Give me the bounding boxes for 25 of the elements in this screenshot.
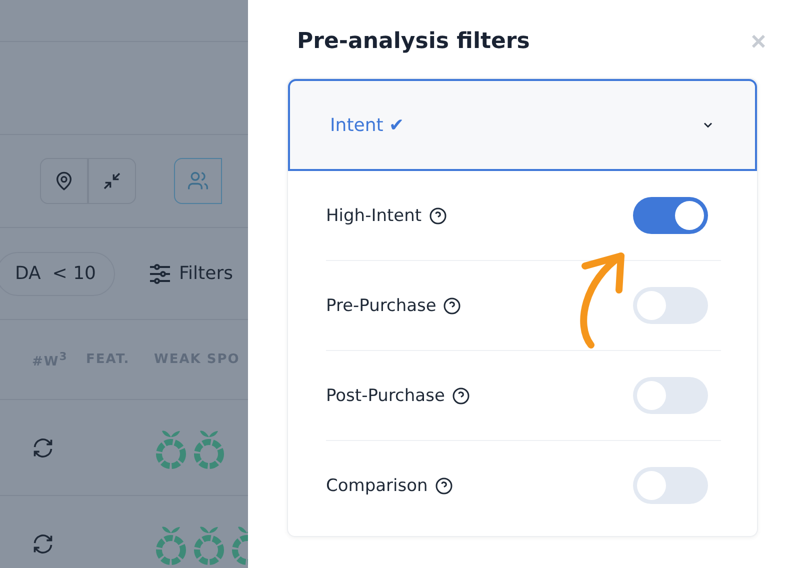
collapse-icon: [102, 171, 122, 191]
users-icon: [187, 170, 209, 192]
help-icon: [443, 296, 462, 314]
refresh-icon: [32, 436, 54, 458]
toggle-switch[interactable]: [633, 287, 708, 324]
view-button[interactable]: [174, 158, 222, 204]
option-label: Post-Purchase: [326, 386, 445, 406]
option-label: High-Intent: [326, 206, 422, 226]
option-label: Comparison: [326, 476, 428, 496]
toggle-switch[interactable]: [633, 197, 708, 234]
toggle-switch[interactable]: [633, 377, 708, 414]
section-header[interactable]: Intent ✔: [288, 79, 757, 171]
map-pin-icon: [54, 170, 74, 192]
toggle-switch[interactable]: [633, 467, 708, 504]
help-icon: [434, 476, 453, 494]
help-icon: [428, 206, 447, 224]
filters-button[interactable]: Filters: [149, 263, 233, 284]
help-icon: [452, 386, 470, 404]
option-label: Pre-Purchase: [326, 296, 436, 316]
panel-title: Pre-analysis filters: [297, 28, 530, 54]
refresh-icon: [32, 532, 54, 554]
toolbar-button[interactable]: [88, 158, 136, 204]
sliders-icon: [149, 264, 172, 284]
toolbar-button[interactable]: [40, 158, 88, 204]
filter-pill[interactable]: DA < 10: [0, 252, 116, 296]
